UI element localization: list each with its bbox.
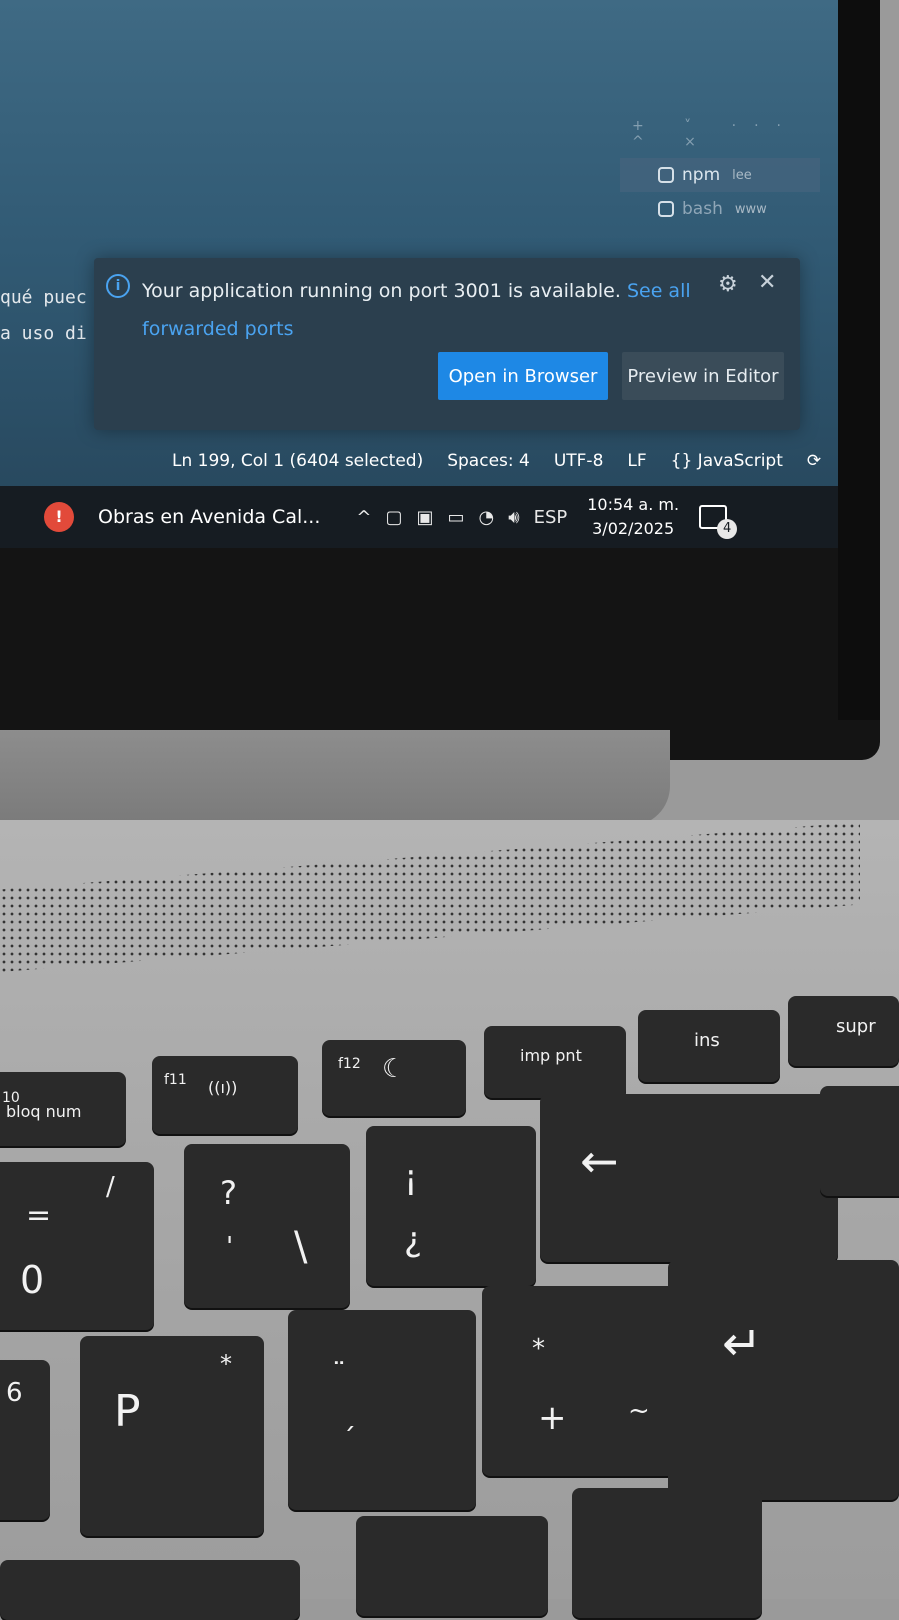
key-p[interactable]: P * <box>80 1336 264 1536</box>
line-endings[interactable]: LF <box>627 451 646 471</box>
key-plus[interactable]: * + ~ <box>482 1286 676 1476</box>
key-label: ´ <box>342 1422 356 1455</box>
encoding[interactable]: UTF-8 <box>554 451 604 471</box>
open-in-browser-button[interactable]: Open in Browser <box>438 352 608 400</box>
key-inverted-question[interactable]: ¡ ¿ <box>366 1126 536 1286</box>
app-tray-icon[interactable]: ▢ <box>385 507 402 528</box>
key-label: imp pnt <box>520 1046 582 1065</box>
windows-taskbar: ! Obras en Avenida Cal... ^ ▢ ▣ ▭ ◔ 🔊︎ E… <box>0 486 838 548</box>
feedback-icon[interactable]: ⟳ <box>807 451 821 471</box>
status-bar: Ln 199, Col 1 (6404 selected) Spaces: 4 … <box>0 440 838 482</box>
key-label: f12 <box>338 1056 361 1072</box>
clock-date: 3/02/2025 <box>592 519 675 538</box>
preview-in-editor-button[interactable]: Preview in Editor <box>622 352 784 400</box>
notification-text: Your application running on port 3001 is… <box>142 280 621 302</box>
key-label: + <box>538 1398 567 1438</box>
key-label: ' <box>226 1232 234 1262</box>
key-label: * <box>532 1334 545 1364</box>
info-icon: i <box>106 274 130 298</box>
key-label: ¨ <box>332 1356 346 1389</box>
terminal-sub: lee <box>732 167 752 183</box>
wifi-icon[interactable]: ◔ <box>479 507 495 528</box>
close-icon[interactable]: ✕ <box>758 270 776 295</box>
key-bottom[interactable] <box>0 1560 300 1620</box>
notification-count: 4 <box>717 519 738 539</box>
key-label: / <box>106 1172 115 1202</box>
indentation[interactable]: Spaces: 4 <box>447 451 530 471</box>
key-label: bloq num <box>6 1102 82 1121</box>
terminal-icon <box>658 201 674 217</box>
key-supr[interactable]: supr <box>788 996 899 1066</box>
terminal-name: npm <box>682 165 721 185</box>
key-edge[interactable] <box>820 1086 899 1196</box>
key-label: ins <box>694 1030 720 1051</box>
battery-icon[interactable]: ▭ <box>448 507 465 528</box>
terminal-item-npm[interactable]: npm lee <box>620 158 820 192</box>
enter-arrow-icon: ↵ <box>722 1316 763 1372</box>
key-label: ¿ <box>404 1220 423 1260</box>
key-ins[interactable]: ins <box>638 1010 780 1082</box>
port-forward-notification: i Your application running on port 3001 … <box>94 258 800 430</box>
editor-text: qué puec a uso di <box>0 280 87 352</box>
notification-center-icon[interactable]: 4 <box>699 505 738 539</box>
news-widget[interactable]: Obras en Avenida Cal... <box>98 506 320 528</box>
terminal-name: bash <box>682 199 723 219</box>
laptop-screen: + ˅ ··· ^ × npm lee bash www qué puec a … <box>0 0 838 548</box>
clock[interactable]: 10:54 a. m. 3/02/2025 <box>587 493 679 541</box>
key-label: ? <box>220 1174 237 1212</box>
terminal-toolbar[interactable]: + ˅ ··· ^ × <box>632 118 802 150</box>
key-bottom[interactable] <box>356 1516 548 1616</box>
key-label: \ <box>294 1224 308 1270</box>
system-tray: ^ ▢ ▣ ▭ ◔ 🔊︎ ESP <box>356 507 567 528</box>
cursor-position[interactable]: Ln 199, Col 1 (6404 selected) <box>172 451 423 471</box>
volume-icon[interactable]: 🔊︎ <box>508 507 519 528</box>
editor-line: a uso di <box>0 323 87 344</box>
editor-line: qué puec <box>0 287 87 308</box>
key-label: f11 <box>164 1072 187 1088</box>
traffic-alert-icon[interactable]: ! <box>44 502 74 532</box>
key-label: ~ <box>628 1396 650 1426</box>
key-label: 0 <box>20 1258 45 1302</box>
clock-time: 10:54 a. m. <box>587 495 680 514</box>
key-f12[interactable]: f12 ☾ <box>322 1040 466 1116</box>
key-bloq-num[interactable]: 10 bloq num <box>0 1072 126 1146</box>
gear-icon[interactable]: ⚙ <box>718 272 738 297</box>
terminal-icon <box>658 167 674 183</box>
chevron-up-icon[interactable]: ^ <box>356 507 371 528</box>
screen-tray-icon[interactable]: ▣ <box>416 507 433 528</box>
terminal-list: npm lee bash www <box>620 158 820 226</box>
key-zero[interactable]: = 0 / <box>0 1162 154 1330</box>
wireless-icon: ((ı)) <box>208 1078 238 1097</box>
input-language[interactable]: ESP <box>534 507 568 528</box>
key-label: * <box>220 1350 232 1378</box>
terminal-sub: www <box>734 201 767 217</box>
language-mode[interactable]: {} JavaScript <box>671 451 783 471</box>
backspace-arrow-icon: ← <box>580 1134 619 1188</box>
key-apostrophe[interactable]: ? ' \ <box>184 1144 350 1308</box>
key-backspace[interactable]: ← <box>540 1094 838 1262</box>
key-label: 6 <box>6 1378 23 1408</box>
key-enter[interactable]: ↵ <box>668 1260 899 1500</box>
key-label: supr <box>836 1016 876 1037</box>
key-imp-pnt[interactable]: imp pnt <box>484 1026 626 1098</box>
bezel-edge <box>838 0 880 720</box>
moon-icon: ☾ <box>382 1054 406 1084</box>
key-acute[interactable]: ¨ ´ <box>288 1310 476 1510</box>
laptop-hinge <box>0 730 670 826</box>
key-f11[interactable]: f11 ((ı)) <box>152 1056 298 1134</box>
key-label: ¡ <box>404 1158 418 1198</box>
notification-message: Your application running on port 3001 is… <box>142 272 702 348</box>
terminal-item-bash[interactable]: bash www <box>620 192 820 226</box>
key-label: P <box>114 1386 141 1437</box>
key-six[interactable]: 6 <box>0 1360 50 1520</box>
key-label: = <box>26 1198 52 1233</box>
